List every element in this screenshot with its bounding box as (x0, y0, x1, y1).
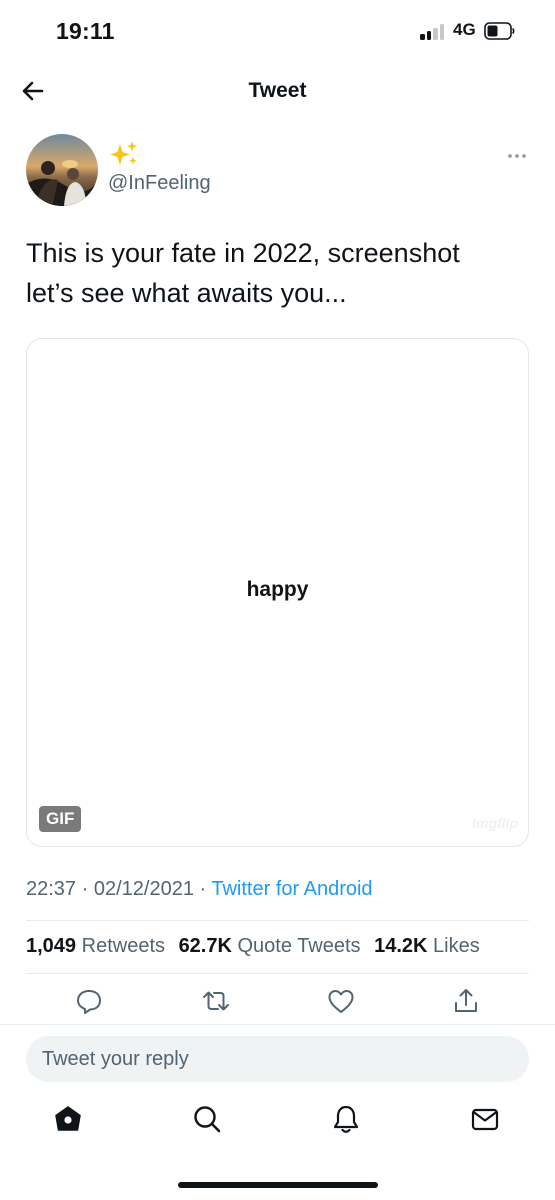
status-bar: 19:11 4G (0, 0, 555, 64)
page-title: Tweet (248, 79, 307, 102)
reply-input[interactable]: Tweet your reply (26, 1036, 529, 1082)
divider (26, 973, 529, 974)
home-indicator[interactable] (178, 1182, 378, 1188)
retweet-icon[interactable] (201, 986, 231, 1016)
divider (26, 920, 529, 921)
retweets-stat[interactable]: 1,049 Retweets (26, 935, 165, 957)
header: Tweet (0, 64, 555, 120)
likes-stat[interactable]: 14.2K Likes (374, 935, 480, 957)
network-type: 4G (453, 20, 476, 39)
home-icon[interactable] (52, 1103, 84, 1135)
signal-strength-icon (420, 23, 446, 40)
quote-tweets-stat[interactable]: 62.7K Quote Tweets (179, 935, 361, 957)
more-options-icon[interactable] (502, 146, 532, 166)
messages-icon[interactable] (469, 1103, 501, 1135)
author-handle[interactable]: @InFeeling (108, 172, 211, 195)
share-icon[interactable] (451, 986, 481, 1016)
tweet-text: This is your fate in 2022, screenshot le… (26, 238, 460, 308)
separator: · (81, 878, 94, 900)
reply-placeholder: Tweet your reply (42, 1048, 189, 1070)
avatar-image (26, 134, 98, 206)
divider (0, 1024, 555, 1025)
tweet-time: 22:37 (26, 878, 77, 900)
status-time: 19:11 (56, 18, 115, 44)
tweet-media-gif[interactable]: happy GIF Imgflip (26, 338, 529, 847)
separator: · (199, 878, 212, 900)
tweet-source-link[interactable]: Twitter for Android (211, 878, 372, 900)
tweet-actions (0, 986, 555, 1020)
tweet-date: 02/12/2021 (93, 878, 194, 900)
sparkles-icon (110, 141, 137, 165)
like-icon[interactable] (326, 986, 356, 1016)
reply-icon[interactable] (74, 986, 104, 1016)
battery-icon (484, 22, 515, 40)
gif-caption: happy (246, 578, 309, 601)
tweet-meta: 22:37 · 02/12/2021 · Twitter for Android (26, 878, 373, 901)
tweet-stats: 1,049 Retweets 62.7K Quote Tweets 14.2K … (26, 935, 488, 958)
search-icon[interactable] (191, 1103, 223, 1135)
watermark: Imgflip (472, 815, 518, 831)
bottom-nav (0, 1103, 555, 1147)
gif-badge: GIF (39, 806, 82, 832)
avatar[interactable] (26, 134, 98, 206)
notifications-icon[interactable] (330, 1103, 362, 1135)
